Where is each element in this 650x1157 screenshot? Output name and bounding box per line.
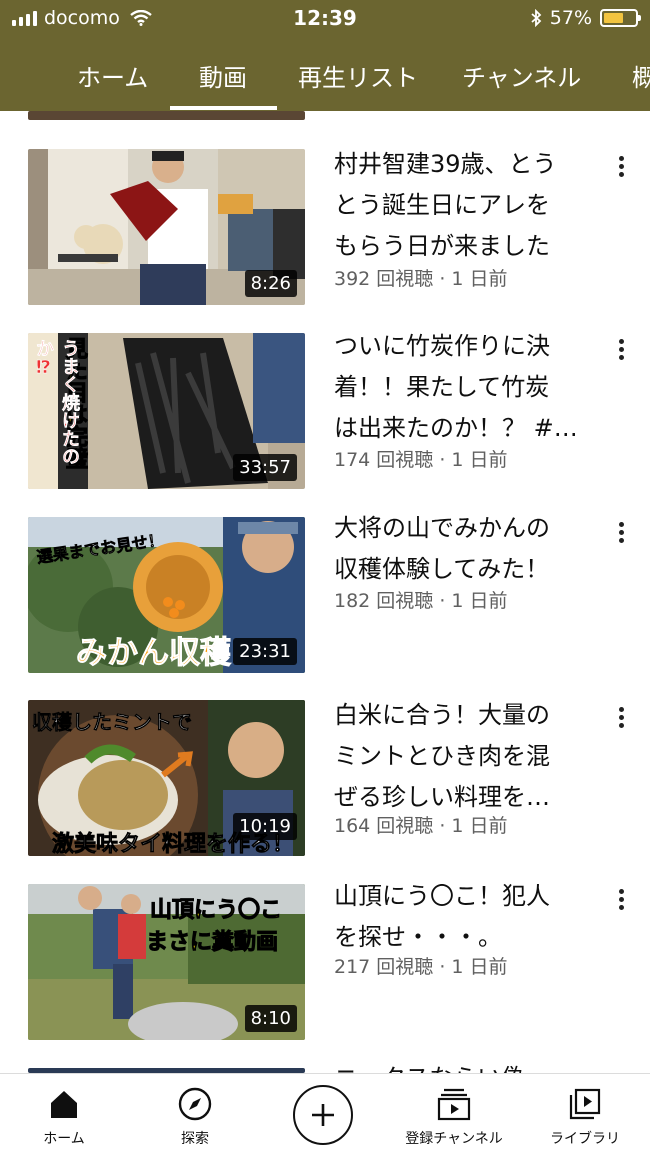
video-duration: 8:10: [244, 1005, 297, 1032]
video-thumbnail[interactable]: 収穫したミントで 激美味タイ料理を作る！ 10:19: [28, 700, 305, 856]
more-vert-icon[interactable]: [612, 153, 630, 183]
video-duration: 10:19: [233, 813, 297, 840]
more-vert-icon[interactable]: [612, 704, 630, 734]
tab-playlists[interactable]: 再生リスト: [298, 58, 418, 93]
nav-explore[interactable]: 探索: [135, 1084, 255, 1148]
video-thumbnail-partial[interactable]: [28, 111, 305, 120]
video-meta: 392 回視聴 · 1 日前: [334, 268, 508, 290]
video-thumbnail[interactable]: 見た目は完璧 うまく焼けたのか⁉ 33:57: [28, 333, 305, 489]
thumbnail-caption: うまく焼けたのか⁉: [33, 339, 81, 466]
video-thumbnail[interactable]: 選果までお見せ！ みかん収穫 23:31: [28, 517, 305, 673]
tab-about[interactable]: 概: [632, 58, 650, 93]
nav-library[interactable]: ライブラリ: [525, 1084, 645, 1148]
home-icon: [51, 1091, 77, 1118]
add-button[interactable]: [293, 1085, 353, 1145]
nav-subscriptions-label: 登録チャンネル: [405, 1131, 503, 1147]
active-tab-indicator: [170, 106, 277, 110]
video-title[interactable]: ついに竹炭作りに決 着！！果たして竹炭 は出来たのか！？ #…: [334, 326, 604, 449]
thumbnail-caption: まさに糞動画: [145, 930, 279, 956]
video-title[interactable]: 白米に合う！大量の ミントとひき肉を混 ぜる珍しい料理を…: [334, 695, 604, 818]
video-title[interactable]: 山頂にう〇こ！犯人 を探せ・・・。: [334, 876, 604, 958]
nav-explore-label: 探索: [181, 1131, 209, 1147]
library-icon: [569, 1088, 601, 1120]
compass-icon: [178, 1087, 212, 1121]
status-bar: docomo 12:39 57%: [0, 0, 650, 36]
battery-icon: [600, 9, 641, 27]
video-meta: 217 回視聴 · 1 日前: [334, 956, 508, 978]
channel-tabs: ホーム 動画 再生リスト チャンネル 概: [0, 48, 650, 111]
video-list: 8:26 村井智建39歳、とう とう誕生日にアレを もらう日が来ました 392 …: [0, 111, 650, 1073]
video-thumbnail[interactable]: 8:26: [28, 149, 305, 305]
thumbnail-caption: 収穫したミントで: [32, 710, 193, 735]
bottom-navigation: ホーム 探索 登録チャンネル ライブラリ: [0, 1073, 650, 1157]
video-duration: 23:31: [233, 638, 297, 665]
video-title[interactable]: 村井智建39歳、とう とう誕生日にアレを もらう日が来ました: [334, 144, 604, 267]
more-vert-icon[interactable]: [612, 336, 630, 366]
tab-videos[interactable]: 動画: [199, 58, 247, 93]
app-header: docomo 12:39 57% ホーム 動画 再生リスト チャンネル 概: [0, 0, 650, 111]
add-icon: [312, 1104, 334, 1126]
battery-percent: 57%: [549, 7, 592, 29]
video-duration: 33:57: [233, 454, 297, 481]
video-duration: 8:26: [244, 270, 297, 297]
video-meta: 174 回視聴 · 1 日前: [334, 449, 508, 471]
video-title-partial[interactable]: ニ…クスならい偽: [334, 1058, 604, 1073]
more-vert-icon[interactable]: [612, 519, 630, 549]
nav-subscriptions[interactable]: 登録チャンネル: [394, 1084, 514, 1148]
nav-home-label: ホーム: [43, 1131, 85, 1147]
bluetooth-icon: [531, 9, 542, 27]
nav-library-label: ライブラリ: [550, 1131, 620, 1147]
subscriptions-icon: [437, 1088, 471, 1121]
video-thumbnail[interactable]: 山頂にう〇こ まさに糞動画 8:10: [28, 884, 305, 1040]
nav-home[interactable]: ホーム: [4, 1084, 124, 1148]
video-meta: 182 回視聴 · 1 日前: [334, 590, 508, 612]
thumbnail-caption: みかん収穫: [76, 635, 232, 672]
more-vert-icon[interactable]: [612, 886, 630, 916]
thumbnail-caption: 山頂にう〇こ: [149, 898, 283, 924]
video-title[interactable]: 大将の山でみかんの 収穫体験してみた！: [334, 508, 604, 590]
tab-home[interactable]: ホーム: [77, 58, 148, 93]
tab-channels[interactable]: チャンネル: [462, 58, 581, 93]
video-meta: 164 回視聴 · 1 日前: [334, 815, 508, 837]
